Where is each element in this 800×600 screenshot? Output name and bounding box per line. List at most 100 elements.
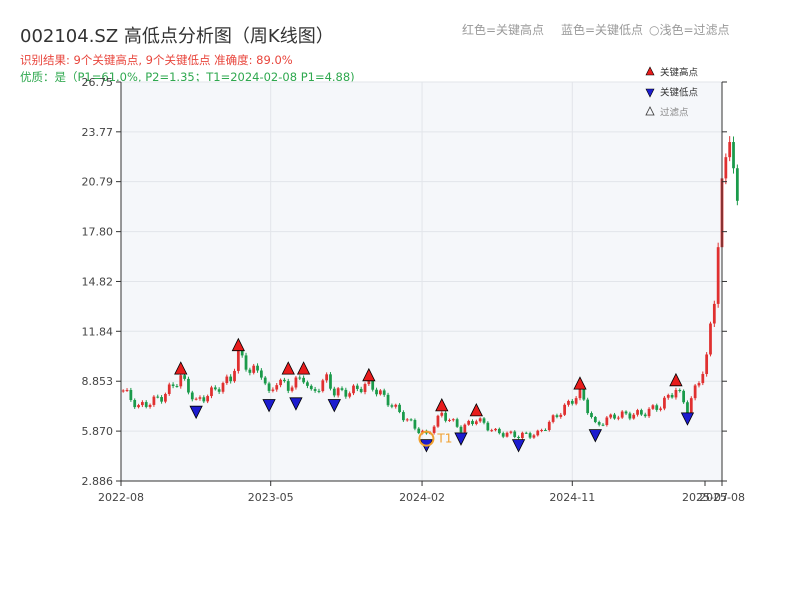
candle-up [490, 430, 494, 432]
y-tick-label: 5.870 [82, 425, 114, 438]
candle-down [256, 365, 259, 371]
candle-down [286, 381, 290, 391]
candle-up [440, 412, 444, 416]
x-tick-label: 2023-05 [248, 491, 294, 504]
candle-up [521, 432, 524, 439]
legend-label: 过滤点 [660, 107, 689, 119]
candle-up [505, 432, 509, 437]
candle-down [317, 390, 321, 392]
candle-up [167, 384, 171, 394]
candle-down [459, 426, 463, 433]
candle-up [432, 426, 436, 433]
candle-down [133, 400, 137, 408]
candle-up [659, 408, 662, 410]
candle-down [570, 400, 574, 404]
candle-down [183, 375, 186, 379]
candle-up [348, 393, 352, 397]
candle-up [663, 397, 666, 409]
candle-down [332, 388, 336, 396]
candle-down [735, 168, 739, 201]
legend-label: 关键高点 [660, 67, 699, 79]
y-tick-label: 23.77 [82, 126, 114, 139]
candle-down [417, 428, 421, 434]
candle-up [121, 390, 125, 392]
candle-down [482, 418, 486, 423]
candle-up [467, 420, 471, 425]
candle-up [198, 397, 202, 399]
candle-down [597, 422, 601, 425]
candle-up [148, 404, 152, 407]
candle-down [267, 383, 271, 391]
candle-down [160, 397, 163, 402]
candle-down [471, 420, 474, 425]
candle-down [259, 370, 263, 378]
candle-up [712, 303, 716, 324]
candle-up [509, 431, 513, 433]
candle-up [221, 383, 225, 392]
candle-down [643, 414, 647, 417]
candle-down [413, 420, 417, 429]
candle-up [632, 414, 636, 419]
legend-high-icon [645, 66, 655, 76]
candle-down [628, 413, 632, 419]
candle-up [405, 419, 409, 421]
candle-up [321, 380, 325, 392]
candlestick-chart: T1 2.886 5.870 8.853 11.84 14.82 17.80 20.79 23… [82, 66, 745, 504]
candle-down [375, 389, 378, 395]
candle-up [547, 421, 551, 431]
candle-up [271, 389, 275, 391]
candle-up [532, 435, 536, 438]
candle-up [567, 400, 570, 405]
candle-up [225, 376, 229, 384]
candle-down [402, 412, 405, 421]
candle-down [175, 386, 179, 388]
candle-down [248, 369, 252, 373]
candle-down [355, 385, 359, 389]
candle-up [363, 384, 367, 393]
candle-down [624, 411, 628, 414]
candle-down [313, 389, 317, 391]
candle-down [524, 432, 528, 434]
candle-down [682, 390, 685, 403]
candle-down [455, 419, 459, 427]
candle-down [344, 389, 348, 397]
x-tick-label: 2022-08 [98, 491, 144, 504]
x-tick-label: 2024-11 [549, 491, 595, 504]
candle-down [213, 387, 217, 390]
legend-label: 关键低点 [660, 87, 699, 99]
candle-down [263, 377, 267, 384]
candle-up [325, 374, 329, 381]
candle-up [616, 417, 620, 419]
candle-down [306, 382, 309, 386]
candle-down [586, 399, 590, 414]
candle-down [444, 412, 448, 421]
candle-down [517, 436, 520, 439]
candle-up [636, 410, 639, 415]
y-tick-label: 17.80 [82, 226, 114, 239]
candle-up [647, 408, 651, 417]
candle-up [478, 418, 482, 422]
candle-down [217, 389, 221, 392]
x-tick-label: 2024-02 [399, 491, 445, 504]
candle-up [666, 394, 670, 398]
candle-up [210, 387, 213, 397]
candle-up [352, 385, 355, 394]
candle-up [574, 398, 578, 404]
candle-down [528, 433, 532, 438]
candle-up [551, 415, 555, 422]
candle-up [275, 385, 279, 390]
candle-up [559, 414, 563, 417]
candle-up [716, 247, 720, 304]
candle-down [655, 405, 659, 410]
candle-up [137, 405, 140, 408]
candle-up [336, 388, 340, 396]
candle-down [386, 394, 390, 406]
candle-down [283, 379, 286, 382]
candle-down [190, 392, 194, 400]
candle-up [674, 389, 678, 398]
candle-down [144, 402, 148, 407]
candle-down [555, 415, 559, 417]
candle-up [536, 430, 540, 436]
y-tick-label: 11.84 [82, 325, 114, 338]
candle-down [613, 414, 616, 419]
